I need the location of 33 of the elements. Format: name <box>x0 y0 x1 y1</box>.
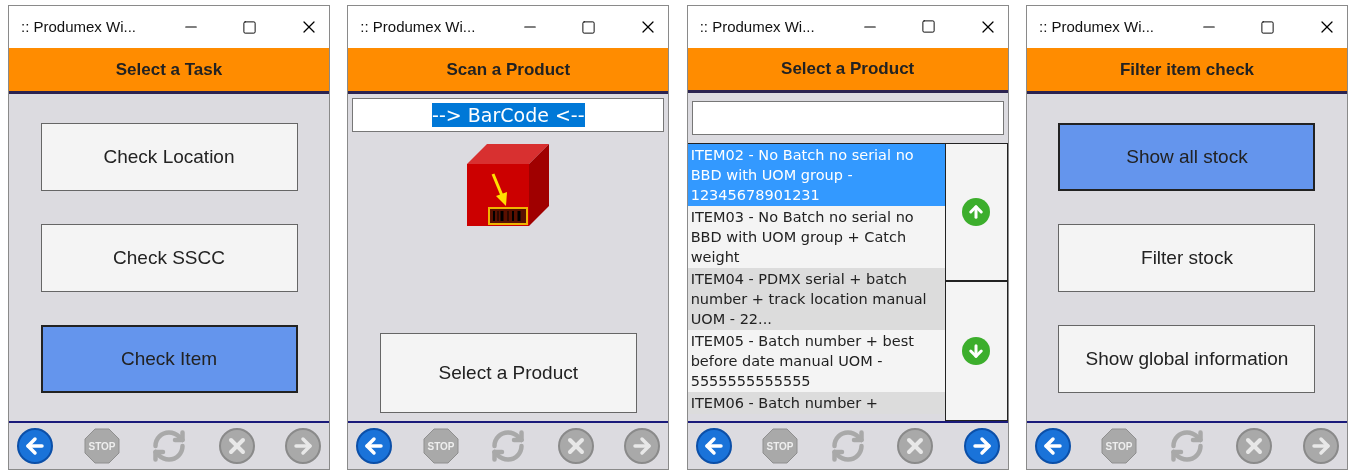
header-title: Scan a Product <box>446 58 571 81</box>
task-button[interactable]: Filter stock <box>1058 223 1316 292</box>
task-button[interactable]: Check SSCC <box>40 223 298 292</box>
cancel-icon[interactable] <box>218 428 255 464</box>
cancel-icon[interactable] <box>557 428 594 464</box>
product-list-item[interactable]: ITEM04 - PDMX serial + batch number + track location manual UOM - 22... <box>687 268 945 331</box>
scroll-down-button[interactable] <box>945 282 1007 422</box>
maximize-icon[interactable] <box>920 19 936 35</box>
window-title: :: Produmex Wi... <box>1039 16 1155 37</box>
header-title: Select a Task <box>115 58 223 81</box>
task-button[interactable]: Show all stock <box>1058 122 1316 191</box>
header-title: Select a Product <box>781 58 915 81</box>
cancel-icon[interactable] <box>1236 428 1273 464</box>
task-button[interactable]: Check Location <box>40 122 298 191</box>
maximize-icon[interactable] <box>1260 19 1275 35</box>
window-title: :: Produmex Wi... <box>21 16 138 37</box>
product-list-item[interactable]: ITEM03 - No Batch no serial no BBD with UOM group + Catch weight <box>687 206 945 269</box>
search-field[interactable] <box>691 101 1004 136</box>
barcode-box-icon <box>465 142 552 228</box>
window-title: :: Produmex Wi... <box>699 16 816 37</box>
task-button[interactable]: Show global information <box>1058 324 1316 393</box>
header-title: Filter item check <box>1119 58 1255 81</box>
product-list-item[interactable]: ITEM06 - Batch number + <box>687 392 945 415</box>
barcode-input-field[interactable]: --> BarCode <-- <box>352 98 665 132</box>
maximize-icon[interactable] <box>242 19 257 35</box>
window-title: :: Produmex Wi... <box>360 16 477 37</box>
product-list-item[interactable]: ITEM05 - Batch number + best before date manual UOM - 5555555555555 <box>687 330 945 393</box>
task-button[interactable]: Check Item <box>40 324 298 393</box>
scroll-up-button[interactable] <box>945 144 1007 283</box>
maximize-icon[interactable] <box>581 19 597 35</box>
cancel-icon[interactable] <box>897 428 934 465</box>
task-button[interactable]: Select a Product <box>379 333 637 413</box>
barcode-text: --> BarCode <-- <box>432 103 585 127</box>
